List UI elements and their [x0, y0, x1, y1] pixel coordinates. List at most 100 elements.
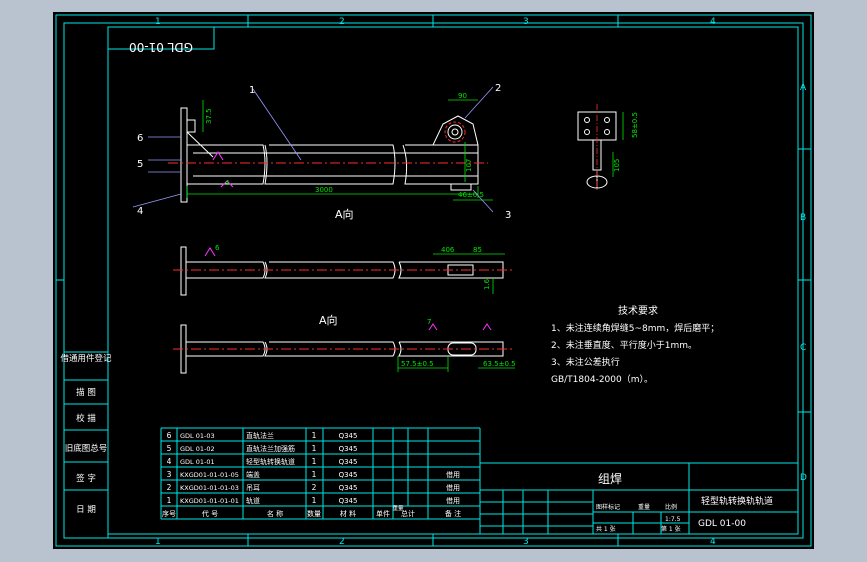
bom-row-name: 直轨法兰加强筋 — [246, 444, 295, 453]
bom-header-1: 代 号 — [202, 509, 218, 518]
zone-col-2-top: 2 — [339, 17, 345, 27]
title-total-sheets: 共 1 张 — [596, 525, 616, 533]
bom-row-material: Q345 — [339, 458, 358, 466]
title-weight-label: 重量 — [638, 503, 650, 511]
bom-row-qty: 1 — [312, 496, 317, 505]
balloon-6: 6 — [137, 133, 143, 144]
tech-req-line-3: 3、未注公差执行 — [551, 356, 620, 368]
view-label-a-bottom: A向 — [319, 313, 338, 327]
zone-row-a: A — [800, 83, 807, 93]
zone-row-b: B — [800, 213, 806, 223]
bom-row-name: 端盖 — [246, 470, 260, 479]
title-drawing-no: GDL 01-00 — [698, 519, 746, 529]
bom-row-code: GDL 01-01 — [180, 458, 215, 466]
title-scale-label: 比例 — [665, 503, 677, 511]
zone-col-1-bottom: 1 — [155, 537, 161, 547]
drawing-sheet: 1 2 3 4 1 2 3 4 A B C D GDL 01-00 3000 9… — [53, 12, 814, 549]
bom-row-code: KXGD01-01-01-01 — [180, 497, 239, 505]
dim-406: 406 — [441, 246, 455, 254]
title-name: 轻型轨转换轨轨道 — [701, 495, 773, 507]
bom-row-name: 吊耳 — [246, 484, 260, 492]
zone-col-4-bottom: 4 — [710, 537, 716, 547]
tech-req-line-2: 2、未注垂直度、平行度小于1mm。 — [551, 339, 697, 351]
zone-col-2-bottom: 2 — [339, 537, 345, 547]
bom-row-qty: 1 — [312, 444, 317, 453]
bom-row-name: 直轨法兰 — [246, 431, 274, 440]
bottom-view: A向 57.5±0.5 63.5±0.5 7 — [173, 313, 516, 374]
zone-row-c: C — [800, 343, 806, 353]
bom-row-code: GDL 01-02 — [180, 445, 215, 453]
side-panel-item-3: 校 描 — [76, 413, 96, 424]
dim-4: 4 — [225, 179, 230, 187]
side-panel: 借通用件登记 描 图 校 描 旧底图总号 签 字 日 期 — [60, 351, 112, 539]
dim-635: 63.5±0.5 — [483, 360, 516, 368]
zone-row-d: D — [800, 473, 807, 483]
balloon-5: 5 — [137, 159, 143, 170]
balloon-2: 2 — [495, 83, 501, 94]
bom-row-no: 3 — [167, 470, 172, 479]
bom-row-material: Q345 — [339, 445, 358, 453]
dim-90: 90 — [458, 92, 467, 100]
tech-req-title: 技术要求 — [618, 304, 658, 317]
bom-row-qty: 1 — [312, 457, 317, 466]
bom-header-weight: 重量 — [392, 504, 404, 512]
bom-row-no: 5 — [167, 444, 172, 453]
mirrored-code-box: GDL 01-00 — [107, 26, 215, 54]
mirrored-code: GDL 01-00 — [129, 40, 193, 54]
dim-85: 85 — [473, 246, 482, 254]
side-panel-item-6: 日 期 — [76, 505, 96, 515]
zone-col-1-top: 1 — [155, 17, 161, 27]
weld-7: 7 — [427, 318, 431, 326]
weld-6: 6 — [215, 244, 220, 252]
outer-frame — [55, 14, 812, 547]
dim-16: 1.6 — [483, 278, 491, 290]
balloon-3: 3 — [505, 210, 511, 221]
bom-header-7: 备 注 — [445, 509, 461, 518]
bom-table: 6 GDL 01-03 直轨法兰 1 Q345 5 GDL 01-02 直轨法兰加强筋 1 Q34… — [160, 427, 481, 520]
tech-req-line-1: 1、未注连续角焊缝5~8mm，焊后磨平； — [551, 322, 719, 334]
bom-row-material: Q345 — [339, 484, 358, 492]
bom-row-material: Q345 — [339, 497, 358, 505]
balloon-4: 4 — [137, 206, 143, 217]
bom-row-qty: 1 — [312, 431, 317, 440]
zone-col-3-top: 3 — [523, 17, 529, 27]
technical-requirements: 技术要求 1、未注连续角焊缝5~8mm，焊后磨平； 2、未注垂直度、平行度小于1… — [551, 304, 719, 385]
tech-req-line-4: GB/T1804-2000（m）。 — [551, 374, 653, 385]
side-panel-item-4: 旧底图总号 — [65, 443, 108, 454]
side-view: 406 85 1.6 6 — [173, 244, 513, 296]
dim-107: 107 — [465, 159, 473, 172]
bom-row-name: 轨道 — [246, 496, 260, 505]
bom-row-no: 1 — [167, 496, 172, 505]
zone-markers — [56, 15, 811, 546]
dim-58: 58±0.5 — [631, 112, 639, 138]
bom-row-qty: 2 — [312, 483, 317, 492]
bom-header-3: 数量 — [307, 509, 321, 518]
bom-row-material: Q345 — [339, 432, 358, 440]
view-label-a-top: A向 — [335, 207, 354, 221]
bom-row-code: KXGD01-01-01-03 — [180, 484, 239, 492]
dim-overall-length: 3000 — [315, 186, 333, 194]
bom-row-no: 2 — [167, 483, 172, 492]
bom-row-code: KXGD01-01-01-05 — [180, 471, 239, 479]
title-sheet-no: 第 1 张 — [661, 525, 681, 533]
title-stage-label: 图样标记 — [596, 503, 620, 511]
bom-row-name: 轻型轨转换轨道 — [246, 457, 295, 466]
main-view: 3000 90 46±0.5 37.5 107 4 6 5 4 1 2 3 A向 — [132, 83, 511, 221]
zone-col-4-top: 4 — [710, 17, 716, 27]
side-panel-item-1: 借通用件登记 — [60, 353, 112, 364]
bom-row-material: Q345 — [339, 471, 358, 479]
bom-row-qty: 1 — [312, 470, 317, 479]
dim-575: 57.5±0.5 — [401, 360, 434, 368]
zone-col-3-bottom: 3 — [523, 537, 529, 547]
bom-header-0: 序号 — [162, 509, 176, 518]
side-panel-item-5: 签 字 — [76, 473, 96, 484]
bom-header-5: 单件 — [376, 509, 390, 518]
bom-row-no: 6 — [167, 431, 172, 440]
bom-row-remark: 借用 — [446, 483, 460, 492]
title-block: 组焊 轻型轨转换轨轨道 GDL 01-00 图样标记 重量 比例 1:7.5 共… — [479, 462, 799, 535]
dim-37: 37.5 — [205, 108, 213, 124]
cad-drawing: 1 2 3 4 1 2 3 4 A B C D GDL 01-00 3000 9… — [55, 14, 812, 547]
bom-row-no: 4 — [167, 457, 172, 466]
bom-header-2: 名 称 — [267, 509, 283, 518]
bom-header-4: 材 料 — [340, 509, 356, 518]
